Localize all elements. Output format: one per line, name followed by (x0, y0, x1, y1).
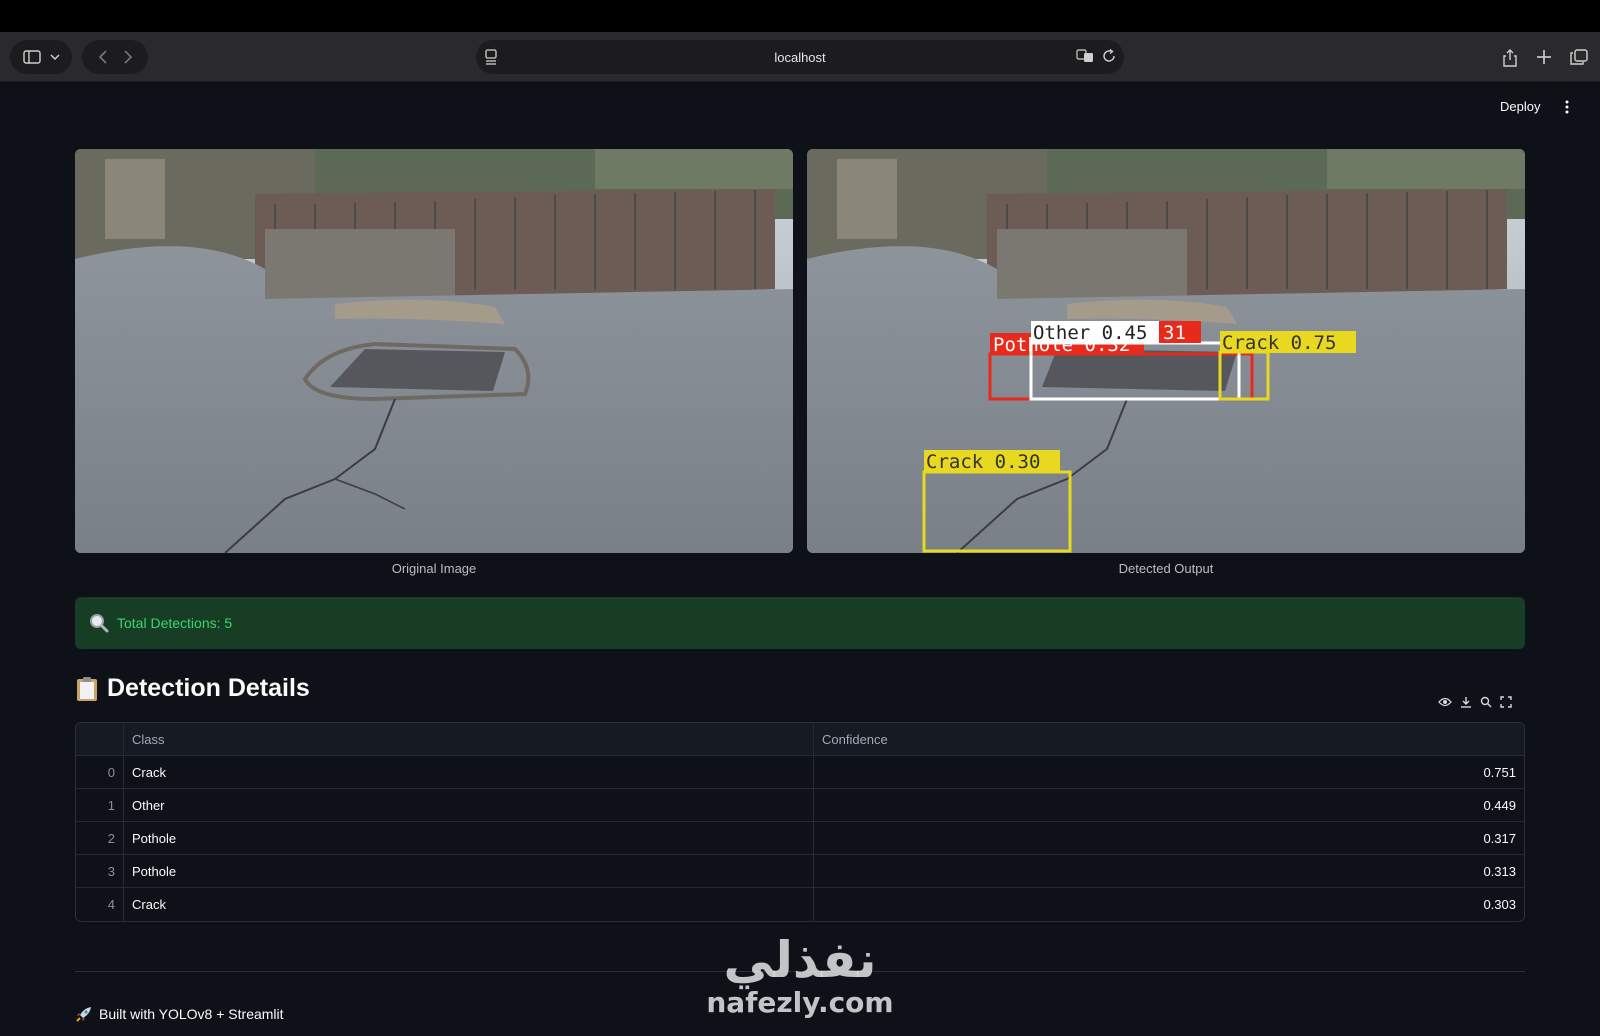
forward-icon[interactable] (123, 50, 133, 64)
table-row[interactable]: 3 Pothole 0.313 (76, 855, 1524, 888)
class-cell[interactable]: Pothole (124, 822, 814, 854)
deploy-button[interactable]: Deploy (1500, 99, 1540, 114)
table-header-row: Class Confidence (76, 723, 1524, 756)
svg-text:Crack 0.30: Crack 0.30 (926, 451, 1040, 473)
eye-icon[interactable] (1438, 697, 1452, 707)
section-heading-text: Detection Details (107, 674, 310, 702)
row-index: 0 (76, 756, 124, 788)
watermark-arabic: نفذلي (723, 931, 877, 989)
table-row[interactable]: 2 Pothole 0.317 (76, 822, 1524, 855)
svg-text:Other 0.45: Other 0.45 (1033, 322, 1147, 344)
download-icon[interactable] (1460, 696, 1472, 708)
clipboard-icon (75, 676, 99, 702)
watermark-latin: nafezly.com (706, 986, 894, 1019)
detected-output-caption: Detected Output (1118, 561, 1214, 576)
history-nav-group (82, 40, 148, 74)
table-toolbar (1438, 696, 1512, 708)
row-index: 2 (76, 822, 124, 854)
tab-overview-icon[interactable] (1570, 49, 1588, 67)
confidence-cell[interactable]: 0.751 (814, 756, 1524, 788)
row-index: 1 (76, 789, 124, 821)
confidence-cell[interactable]: 0.313 (814, 855, 1524, 887)
back-icon[interactable] (98, 50, 108, 64)
translate-icon[interactable] (1076, 49, 1094, 63)
total-detections-text: Total Detections: 5 (117, 615, 233, 631)
detection-table[interactable]: Class Confidence 0 Crack 0.751 1 Other 0… (75, 722, 1525, 922)
original-image-caption: Original Image (391, 561, 477, 576)
column-header-class[interactable]: Class (124, 723, 814, 755)
rocket-icon (75, 1005, 93, 1023)
magnifier-icon (89, 613, 109, 633)
url-text[interactable]: localhost (774, 50, 825, 65)
svg-text:Crack 0.75: Crack 0.75 (1222, 332, 1336, 354)
detected-output-image: Pothole 0.32 Other 0.45 31 Crack 0.75 Cr… (807, 149, 1525, 553)
confidence-cell[interactable]: 0.303 (814, 888, 1524, 921)
reload-icon[interactable] (1102, 49, 1116, 63)
row-index: 3 (76, 855, 124, 887)
original-image (75, 149, 793, 553)
sidebar-toggle-group[interactable] (10, 40, 72, 74)
confidence-cell[interactable]: 0.317 (814, 822, 1524, 854)
footer-text: Built with YOLOv8 + Streamlit (99, 1006, 284, 1022)
table-row[interactable]: 1 Other 0.449 (76, 789, 1524, 822)
class-cell[interactable]: Other (124, 789, 814, 821)
watermark: نفذلي nafezly.com (700, 932, 900, 1018)
search-icon[interactable] (1480, 696, 1492, 708)
browser-toolbar: localhost (0, 32, 1600, 82)
class-cell[interactable]: Pothole (124, 855, 814, 887)
class-cell[interactable]: Crack (124, 888, 814, 921)
table-row[interactable]: 4 Crack 0.303 (76, 888, 1524, 921)
svg-text:31: 31 (1163, 322, 1186, 344)
page-menu-icon[interactable] (484, 49, 498, 65)
total-detections-alert: Total Detections: 5 (75, 597, 1525, 649)
system-top-bar (0, 0, 1600, 32)
class-cell[interactable]: Crack (124, 756, 814, 788)
column-header-confidence[interactable]: Confidence (814, 723, 1524, 755)
confidence-cell[interactable]: 0.449 (814, 789, 1524, 821)
address-bar[interactable]: localhost (476, 40, 1124, 74)
sidebar-icon[interactable] (22, 50, 41, 64)
chevron-down-icon[interactable] (49, 53, 60, 61)
fullscreen-icon[interactable] (1500, 696, 1512, 708)
row-index: 4 (76, 888, 124, 921)
main-menu-icon[interactable] (1565, 100, 1569, 114)
new-tab-icon[interactable] (1536, 49, 1552, 67)
share-icon[interactable] (1502, 49, 1518, 67)
table-row[interactable]: 0 Crack 0.751 (76, 756, 1524, 789)
section-heading: Detection Details (75, 674, 310, 703)
index-header (76, 723, 124, 755)
footer: Built with YOLOv8 + Streamlit (75, 1005, 284, 1023)
